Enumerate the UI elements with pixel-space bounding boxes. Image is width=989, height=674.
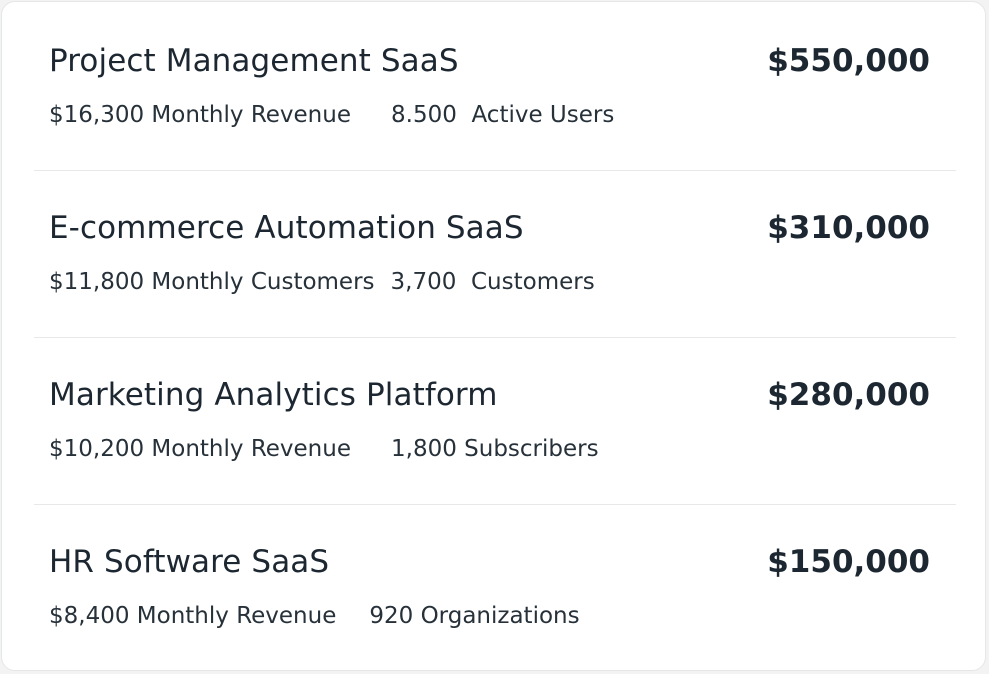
listing-price: $310,000 xyxy=(767,210,930,246)
metric-monthly-revenue: $10,200 Monthly Revenue xyxy=(49,436,351,462)
listing-metrics: $10,200 Monthly Revenue 1,800 Subscribers xyxy=(49,436,599,462)
listing-title[interactable]: HR Software SaaS xyxy=(49,544,329,580)
listing-price: $280,000 xyxy=(767,377,930,413)
metric-monthly-customers: $11,800 Monthly Customers xyxy=(49,269,375,295)
metric-monthly-revenue: $8,400 Monthly Revenue xyxy=(49,603,337,629)
listing-title[interactable]: Marketing Analytics Platform xyxy=(49,377,498,413)
listing-title[interactable]: E-commerce Automation SaaS xyxy=(49,210,524,246)
listing-hr-software[interactable]: HR Software SaaS $150,000 $8,400 Monthly… xyxy=(34,505,956,670)
listing-price: $550,000 xyxy=(767,43,930,79)
metric-customers: 3,700 Customers xyxy=(390,269,595,295)
metric-subscribers: 1,800 Subscribers xyxy=(391,436,599,462)
listing-project-management[interactable]: Project Management SaaS $550,000 $16,300… xyxy=(34,4,956,171)
metric-monthly-revenue: $16,300 Monthly Revenue xyxy=(49,102,351,128)
listing-ecommerce-automation[interactable]: E-commerce Automation SaaS $310,000 $11,… xyxy=(34,171,956,338)
metric-organizations: 920 Organizations xyxy=(369,603,580,629)
listing-price: $150,000 xyxy=(767,544,930,580)
listing-metrics: $8,400 Monthly Revenue 920 Organizations xyxy=(49,603,580,629)
listing-title[interactable]: Project Management SaaS xyxy=(49,43,459,79)
listings-card: Project Management SaaS $550,000 $16,300… xyxy=(1,1,986,671)
metric-active-users: 8.500 Active Users xyxy=(391,102,615,128)
listing-metrics: $11,800 Monthly Customers 3,700 Customers xyxy=(49,269,595,295)
listing-marketing-analytics[interactable]: Marketing Analytics Platform $280,000 $1… xyxy=(34,338,956,505)
listing-metrics: $16,300 Monthly Revenue 8.500 Active User… xyxy=(49,102,614,128)
